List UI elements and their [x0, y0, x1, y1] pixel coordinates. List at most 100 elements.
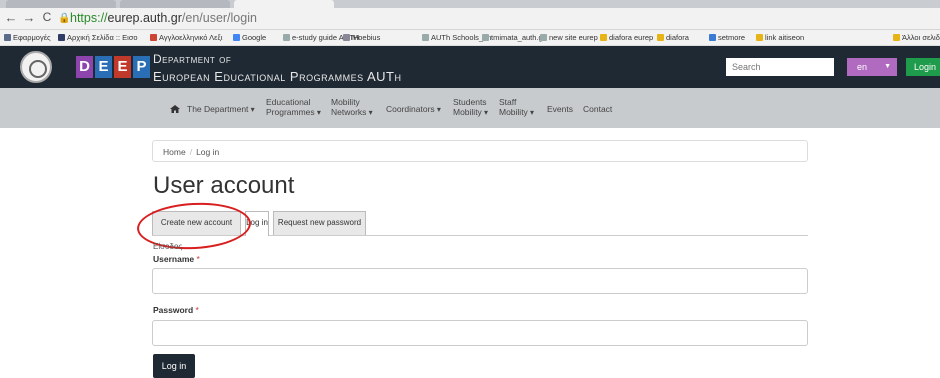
tab-log-in[interactable]: Log in [245, 211, 269, 236]
bookmark-item[interactable]: Άλλοι σελιδ [893, 33, 940, 42]
password-label-text: Password [153, 305, 194, 315]
nav-item-label: Coordinators [386, 104, 435, 114]
bookmark-favicon-icon [657, 34, 664, 41]
nav-item[interactable]: Students Mobility ▾ [453, 97, 488, 118]
apps-icon [4, 34, 11, 41]
lock-icon[interactable]: 🔒 [58, 13, 70, 24]
bookmark-item[interactable]: new site eurep [540, 33, 598, 42]
username-label-text: Username [153, 254, 195, 264]
caret-down-icon: ▾ [248, 105, 255, 114]
bookmark-favicon-icon [600, 34, 607, 41]
caret-down-icon: ▾ [366, 108, 373, 117]
required-mark: * [196, 254, 200, 264]
address-bar: ← → C 🔒 https://eurep.auth.gr/en/user/lo… [0, 8, 940, 30]
bookmark-label: tmimata_auth.gr [491, 33, 546, 42]
language-value: en [857, 62, 868, 72]
bookmark-label: Άλλοι σελιδ [902, 33, 940, 42]
bookmark-favicon-icon [709, 34, 716, 41]
bookmark-item[interactable]: Αρχική Σελίδα :: Εισο [58, 33, 138, 42]
home-icon[interactable] [170, 105, 180, 113]
caret-down-icon: ▾ [527, 108, 535, 117]
nav-item-label: The Department [187, 104, 249, 114]
bookmark-item[interactable]: Αγγλοελληνικό Λεξι [150, 33, 222, 42]
nav-item-label: Mobility [331, 97, 360, 107]
logo-letter[interactable]: D [76, 56, 93, 78]
nav-item[interactable]: Contact [583, 104, 612, 114]
bookmark-item[interactable]: setmore [709, 33, 745, 42]
url-path: /en/user/login [181, 11, 257, 25]
form-legend: Είσοδος [153, 242, 183, 251]
logo-letter[interactable]: P [133, 56, 150, 78]
bookmark-item[interactable]: link aitiseon [756, 33, 804, 42]
bookmark-favicon-icon [540, 34, 547, 41]
university-seal-logo[interactable] [20, 51, 52, 83]
browser-tabstrip [0, 0, 940, 8]
nav-item[interactable]: Mobility Networks ▾ [331, 97, 373, 118]
nav-item-label: Staff [499, 97, 517, 107]
url-scheme: https:// [70, 11, 108, 25]
page-title: User account [153, 172, 295, 199]
bookmark-item[interactable]: Εφαρμογές [4, 33, 51, 42]
caret-down-icon: ▼ [884, 63, 891, 70]
bookmark-label: Google [242, 33, 267, 42]
bookmark-favicon-icon [343, 34, 350, 41]
nav-item-label-line2: Mobility [499, 107, 528, 117]
logo-letter[interactable]: E [95, 56, 112, 78]
nav-item-label-line2: Mobility [453, 107, 482, 117]
bookmark-label: new site eurep [549, 33, 598, 42]
bookmark-label: diafora eurep [609, 33, 654, 42]
tab-create-account[interactable]: Create new account [152, 211, 241, 235]
bookmark-label: Moebius [352, 33, 381, 42]
breadcrumb-current: Log in [196, 147, 220, 157]
logo-letter[interactable]: E [114, 56, 131, 78]
dept-title-line1: Department of [153, 52, 232, 66]
nav-item[interactable]: Events [547, 104, 573, 114]
username-label: Username * [153, 254, 200, 264]
site-header: DEEP Department of European Educational … [0, 46, 940, 88]
forward-icon[interactable]: → [22, 10, 36, 25]
bookmark-label: diafora [666, 33, 689, 42]
caret-down-icon: ▾ [314, 108, 321, 117]
bookmark-favicon-icon [756, 34, 763, 41]
browser-tab[interactable] [6, 0, 116, 8]
reload-icon[interactable]: C [40, 10, 54, 24]
nav-item-label: Educational [266, 97, 311, 107]
nav-item[interactable]: Educational Programmes ▾ [266, 97, 321, 118]
username-field[interactable] [152, 268, 808, 294]
breadcrumb: Home / Log in [152, 140, 808, 162]
bookmark-item[interactable]: diafora eurep [600, 33, 653, 42]
bookmark-favicon-icon [150, 34, 157, 41]
bookmark-item[interactable]: tmimata_auth.gr [482, 33, 545, 42]
bookmark-label: setmore [718, 33, 746, 42]
search-input[interactable] [726, 58, 834, 76]
breadcrumb-separator: / [189, 147, 193, 157]
browser-tab[interactable] [120, 0, 230, 8]
password-field[interactable] [152, 320, 808, 346]
nav-item[interactable]: Staff Mobility ▾ [499, 97, 534, 118]
breadcrumb-home-link[interactable]: Home [163, 147, 186, 157]
login-submit-button[interactable]: Log in [153, 354, 195, 378]
caret-down-icon: ▾ [481, 108, 489, 117]
browser-tab-active[interactable] [234, 0, 334, 8]
nav-item-label: Contact [583, 104, 613, 114]
main-navigation: The Department ▾ Educational Programmes ▾ M… [0, 88, 940, 128]
back-icon[interactable]: ← [4, 10, 18, 25]
bookmark-label: Αρχική Σελίδα :: Εισο [67, 33, 138, 42]
nav-item[interactable]: The Department ▾ [187, 104, 255, 115]
bookmarks-bar: Εφαρμογές Αρχική Σελίδα :: Εισο Αγγλοελλην… [0, 30, 940, 46]
bookmark-favicon-icon [58, 34, 65, 41]
nav-item-label-line2: Networks [331, 107, 367, 117]
url-host: eurep.auth.gr [107, 11, 182, 25]
nav-item-label-line2: Programmes [266, 107, 315, 117]
nav-item-label: Students [453, 97, 487, 107]
bookmark-item[interactable]: diafora [657, 33, 689, 42]
url-field[interactable]: https://eurep.auth.gr/en/user/login [70, 11, 257, 25]
bookmark-label: Αγγλοελληνικό Λεξι [159, 33, 223, 42]
bookmark-item[interactable]: Google [233, 33, 266, 42]
header-login-button[interactable]: Login [906, 58, 940, 76]
nav-item[interactable]: Coordinators ▾ [386, 104, 441, 115]
bookmark-item[interactable]: Moebius [343, 33, 380, 42]
caret-down-icon: ▾ [434, 105, 441, 114]
tab-request-password[interactable]: Request new password [273, 211, 366, 235]
language-select[interactable]: en ▼ [847, 58, 897, 76]
